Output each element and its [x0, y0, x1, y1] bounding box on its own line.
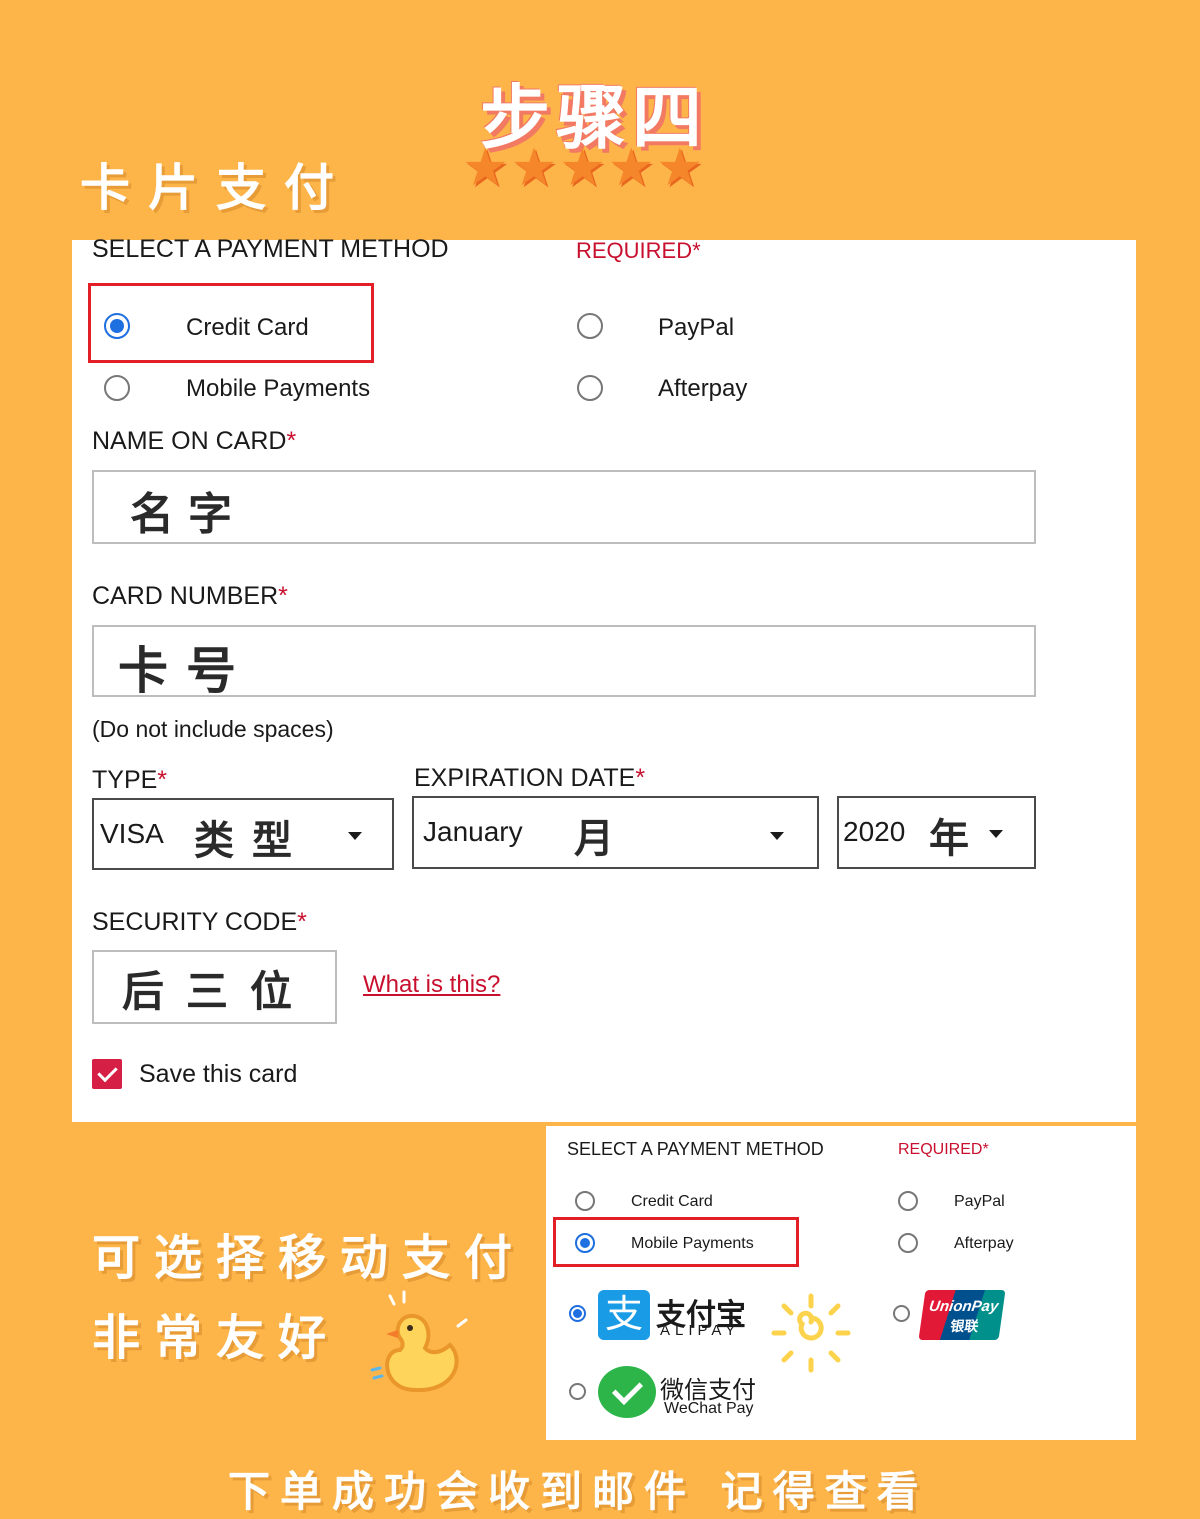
radio-mobile-payments[interactable]	[104, 375, 130, 401]
required-note: REQUIRED*	[576, 238, 701, 264]
chevron-down-icon	[348, 832, 362, 840]
wechat-pay-subtitle: WeChat Pay	[664, 1400, 754, 1417]
option-mobile-payments[interactable]: Mobile Payments	[186, 375, 370, 403]
card-number-label: CARD NUMBER*	[92, 582, 288, 611]
mobile-option-credit-card[interactable]: Credit Card	[631, 1193, 713, 1211]
security-label-text: SECURITY CODE	[92, 908, 298, 936]
option-paypal[interactable]: PayPal	[658, 314, 734, 342]
mobile-option-paypal[interactable]: PayPal	[954, 1193, 1005, 1211]
promo-line-2: 非常友好	[92, 1310, 341, 1366]
expiration-label-text: EXPIRATION DATE	[414, 764, 636, 792]
card-number-value: 卡号	[118, 642, 254, 700]
footer-note: 下单成功会收到邮件 记得查看	[228, 1467, 929, 1516]
name-on-card-input[interactable]: 名字	[92, 470, 1036, 544]
duck-icon	[370, 1290, 468, 1393]
wechat-pay-icon[interactable]	[598, 1366, 656, 1418]
radio-afterpay[interactable]	[577, 375, 603, 401]
unionpay-cn-name: 银联	[949, 1318, 980, 1334]
name-label-text: NAME ON CARD	[92, 427, 287, 455]
name-required-asterisk: *	[286, 427, 297, 455]
mobile-radio-paypal[interactable]	[898, 1191, 918, 1211]
alipay-icon[interactable]: 支	[598, 1290, 650, 1340]
mobile-option-mobile-payments[interactable]: Mobile Payments	[631, 1235, 754, 1253]
card-number-input[interactable]: 卡号	[92, 625, 1036, 700]
expiration-year-select[interactable]: 2020 年	[837, 796, 1036, 869]
mobile-option-afterpay[interactable]: Afterpay	[954, 1235, 1014, 1253]
radio-credit-card[interactable]	[104, 313, 130, 339]
card-number-label-text: CARD NUMBER	[92, 582, 279, 610]
mobile-radio-afterpay[interactable]	[898, 1233, 918, 1253]
month-value: January	[423, 816, 523, 847]
name-value: 名字	[130, 489, 246, 540]
section-heading: 卡片支付	[80, 159, 352, 217]
card-type-note: 类型	[194, 818, 310, 864]
required-text: REQUIRED	[576, 238, 693, 263]
select-method-label: SELECT A PAYMENT METHOD	[92, 235, 449, 263]
radio-unionpay[interactable]	[893, 1305, 910, 1322]
security-code-label: SECURITY CODE*	[92, 908, 307, 937]
chevron-down-icon	[989, 830, 1003, 838]
month-note: 月	[574, 816, 614, 862]
required-asterisk: *	[692, 238, 701, 263]
save-card-checkbox[interactable]	[92, 1059, 122, 1089]
mobile-select-method-label: SELECT A PAYMENT METHOD	[567, 1139, 824, 1159]
radio-paypal[interactable]	[577, 313, 603, 339]
card-type-value: VISA	[100, 818, 164, 849]
alipay-subtitle: ALIPAY	[660, 1322, 741, 1339]
mobile-radio-credit-card[interactable]	[575, 1191, 595, 1211]
year-value: 2020	[843, 816, 906, 847]
expiration-required-asterisk: *	[635, 764, 646, 792]
radio-wechat-pay[interactable]	[569, 1383, 586, 1400]
type-label-text: TYPE	[92, 766, 158, 794]
mobile-required-note: REQUIRED*	[898, 1141, 989, 1159]
option-credit-card[interactable]: Credit Card	[186, 314, 309, 342]
chevron-down-icon	[770, 832, 784, 840]
save-card-label[interactable]: Save this card	[139, 1060, 297, 1089]
expiration-label: EXPIRATION DATE*	[414, 764, 645, 793]
option-afterpay[interactable]: Afterpay	[658, 375, 747, 403]
type-label: TYPE*	[92, 766, 167, 795]
unionpay-icon[interactable]: UnionPay 银联	[918, 1290, 1006, 1340]
mobile-required-text: REQUIRED	[898, 1141, 983, 1158]
year-note: 年	[929, 816, 969, 862]
star-rating: ★★★★★	[462, 139, 706, 197]
security-code-value: 后三位	[122, 967, 315, 1016]
unionpay-name: UnionPay	[928, 1298, 1000, 1315]
payment-form-panel: SELECT A PAYMENT METHOD REQUIRED* Credit…	[72, 235, 1136, 1122]
security-required-asterisk: *	[297, 908, 307, 936]
name-on-card-label: NAME ON CARD*	[92, 427, 296, 456]
security-code-input[interactable]: 后三位	[92, 950, 337, 1024]
card-number-required-asterisk: *	[278, 582, 288, 610]
mobile-radio-mobile-payments[interactable]	[575, 1233, 595, 1253]
card-type-select[interactable]: VISA 类型	[92, 798, 394, 870]
promo-line-1: 可选择移动支付	[92, 1230, 527, 1286]
what-is-this-link[interactable]: What is this?	[363, 971, 500, 999]
card-number-hint: (Do not include spaces)	[92, 716, 334, 742]
mobile-required-asterisk: *	[982, 1141, 989, 1158]
type-required-asterisk: *	[157, 766, 168, 794]
sun-icon	[771, 1293, 851, 1373]
expiration-month-select[interactable]: January 月	[412, 796, 819, 869]
radio-alipay[interactable]	[569, 1305, 586, 1322]
